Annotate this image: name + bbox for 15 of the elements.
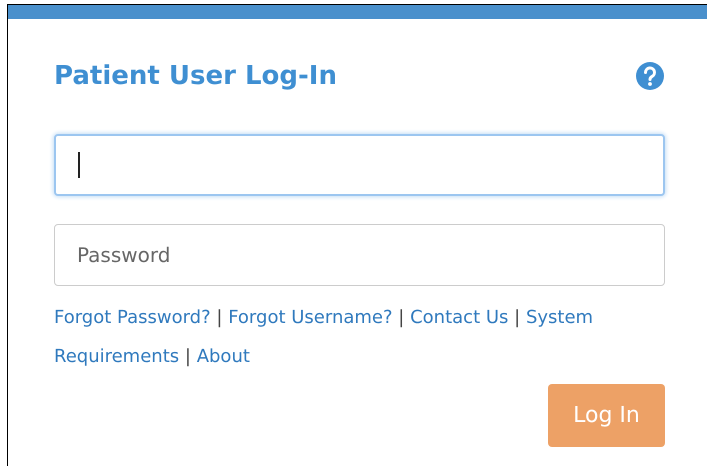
link-separator: | <box>184 346 191 367</box>
input-field[interactable]: Password <box>54 224 665 286</box>
footer-link[interactable]: About <box>196 346 250 367</box>
text-cursor <box>78 152 80 178</box>
footer-link[interactable]: Forgot Username? <box>228 307 393 328</box>
footer-link[interactable]: Contact Us <box>410 307 508 328</box>
footer-link[interactable]: Requirements <box>54 346 180 367</box>
link-separator: | <box>514 307 520 328</box>
link-separator: | <box>216 307 222 328</box>
input-field[interactable] <box>54 134 665 196</box>
footer-link[interactable]: System <box>526 307 594 328</box>
footer-link[interactable]: Forgot Password? <box>54 307 211 328</box>
link-separator: | <box>398 307 404 328</box>
help-icon[interactable] <box>635 61 665 91</box>
form-title: Patient User Log-In <box>54 61 337 91</box>
